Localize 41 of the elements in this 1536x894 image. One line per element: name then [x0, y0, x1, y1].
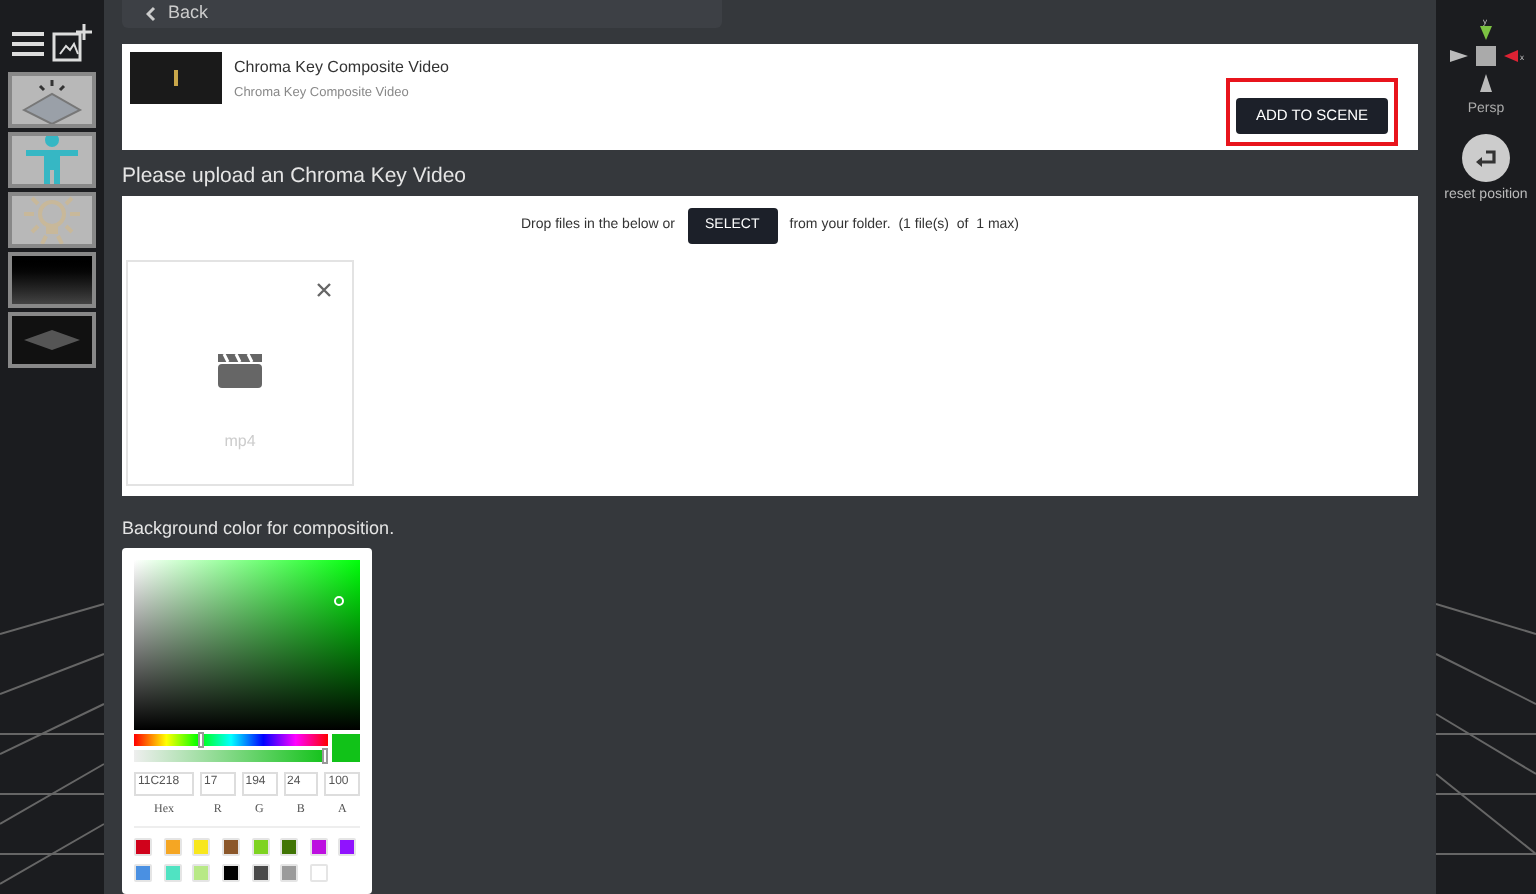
color-swatch[interactable] [309, 863, 328, 882]
reset-button[interactable] [1462, 133, 1510, 181]
color-swatch[interactable] [338, 837, 357, 856]
color-swatch[interactable] [251, 837, 269, 856]
video-thumbnail [130, 51, 222, 103]
color-swatch[interactable] [163, 863, 182, 882]
add-image-icon[interactable] [52, 24, 92, 64]
color-swatch[interactable] [192, 863, 211, 882]
clapperboard-icon [216, 350, 264, 391]
gradient-thumbnail [12, 256, 92, 304]
close-icon[interactable] [316, 282, 332, 299]
color-handle[interactable] [334, 595, 344, 606]
sidebar-thumbnail[interactable] [8, 72, 96, 128]
color-swatch[interactable] [309, 837, 328, 856]
sidebar-thumbnail[interactable] [8, 312, 96, 368]
sidebar-thumbnail[interactable] [8, 252, 96, 308]
alpha-slider[interactable] [134, 749, 329, 762]
color-swatch[interactable] [221, 863, 240, 882]
slider-thumb[interactable] [197, 731, 204, 748]
hue-slider[interactable] [134, 733, 329, 746]
color-swatch[interactable] [134, 837, 152, 856]
upload-heading: Please upload an Chroma Key Video [122, 162, 469, 193]
color-preview [332, 733, 360, 762]
menu-icon[interactable] [12, 32, 44, 56]
person-icon [22, 136, 82, 184]
chevron-left-icon [146, 6, 156, 22]
background-heading: Background color for composition. [122, 515, 397, 542]
color-swatch[interactable] [163, 837, 182, 856]
sidebar-thumbnail[interactable] [8, 132, 96, 188]
video-title: Chroma Key Composite Video [234, 55, 449, 79]
color-swatch[interactable] [280, 863, 299, 882]
color-swatch[interactable] [192, 837, 211, 856]
saturation-area[interactable] [134, 559, 360, 730]
color-swatch[interactable] [251, 863, 269, 882]
sidebar-thumbnail[interactable] [8, 192, 96, 248]
back-button[interactable]: Back [122, 0, 722, 28]
return-icon [1474, 147, 1498, 167]
color-swatch[interactable] [134, 863, 152, 882]
slider-thumb[interactable] [322, 747, 329, 764]
color-swatch[interactable] [280, 837, 299, 856]
color-swatch[interactable] [221, 837, 240, 856]
